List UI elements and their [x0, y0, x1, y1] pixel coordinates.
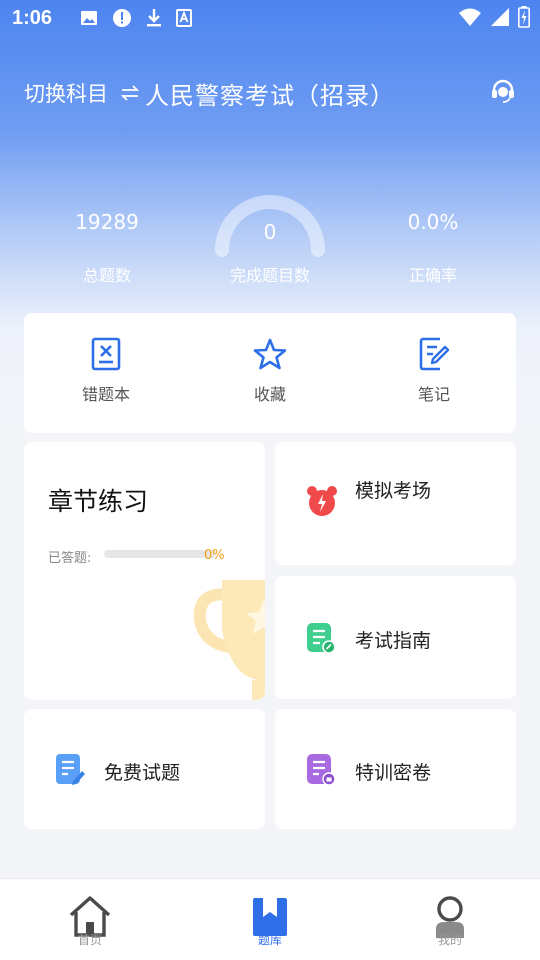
notes-label: 笔记 — [417, 385, 450, 404]
star-icon — [253, 338, 287, 370]
exam-guide-label: 考试指南 — [355, 630, 432, 652]
quick-actions-card: 错题本 收藏 笔记 — [24, 313, 516, 433]
accuracy-label: 正确率 — [408, 266, 457, 285]
wifi-icon — [459, 8, 481, 26]
wrong-book-button[interactable]: 错题本 — [46, 337, 166, 405]
chapter-title: 章节练习 — [48, 487, 149, 516]
chapter-progress-bar — [104, 550, 216, 558]
secret-doc-icon — [307, 754, 336, 786]
chapter-practice-card[interactable]: 章节练习 已答题: 0% — [24, 442, 265, 700]
wrong-book-icon — [91, 337, 121, 371]
tab-mine-label: 我的 — [437, 933, 462, 947]
customer-service-button[interactable] — [490, 78, 516, 108]
tab-question-bank[interactable]: 题库 — [230, 895, 310, 948]
free-questions-card[interactable]: 免费试题 — [24, 709, 265, 829]
alarm-clock-icon — [307, 486, 337, 516]
total-questions-value: 19289 — [75, 210, 139, 234]
tab-home[interactable]: 首页 — [50, 895, 130, 948]
chapter-progress-text: 0% — [204, 548, 225, 563]
signal-icon — [491, 8, 509, 26]
completion-gauge — [215, 195, 325, 257]
bottom-tab-bar: 首页 题库 我的 — [0, 878, 540, 960]
special-papers-label: 特训密卷 — [355, 762, 432, 784]
tab-mine[interactable]: 我的 — [410, 895, 490, 948]
favorites-label: 收藏 — [253, 385, 286, 404]
note-edit-icon — [419, 337, 450, 371]
battery-icon — [518, 6, 530, 28]
completed-label: 完成题目数 — [229, 266, 310, 285]
special-papers-card[interactable]: 特训密卷 — [275, 709, 516, 829]
top-bar: 切换科目 人民警察考试（招录） — [0, 70, 540, 114]
answered-label: 已答题: — [48, 551, 92, 566]
download-icon — [147, 9, 161, 27]
mock-exam-label: 模拟考场 — [355, 480, 432, 502]
total-questions-label: 总题数 — [82, 266, 131, 285]
image-icon — [81, 11, 97, 25]
status-time: 1:06 — [12, 6, 53, 29]
free-questions-label: 免费试题 — [104, 762, 181, 784]
accuracy-value: 0.0% — [407, 210, 459, 234]
headset-icon — [492, 79, 514, 103]
tab-question-bank-label: 题库 — [257, 933, 282, 947]
stats-panel: 19289 总题数 0 完成题目数 0.0% 正确率 — [0, 170, 540, 290]
favorites-button[interactable]: 收藏 — [210, 337, 330, 405]
trophy-icon — [193, 580, 265, 700]
free-doc-icon — [56, 754, 85, 785]
exam-guide-card[interactable]: 考试指南 — [275, 576, 516, 699]
alert-icon — [113, 9, 131, 27]
notes-button[interactable]: 笔记 — [374, 337, 494, 405]
guide-doc-icon — [307, 623, 336, 654]
status-bar: 1:06 — [0, 0, 540, 36]
text-icon — [176, 9, 192, 27]
wrong-book-label: 错题本 — [81, 385, 130, 404]
mock-exam-card[interactable]: 模拟考场 — [275, 442, 516, 565]
tab-home-label: 首页 — [77, 933, 102, 947]
page-title: 人民警察考试（招录） — [145, 82, 395, 110]
completed-value: 0 — [263, 220, 277, 244]
